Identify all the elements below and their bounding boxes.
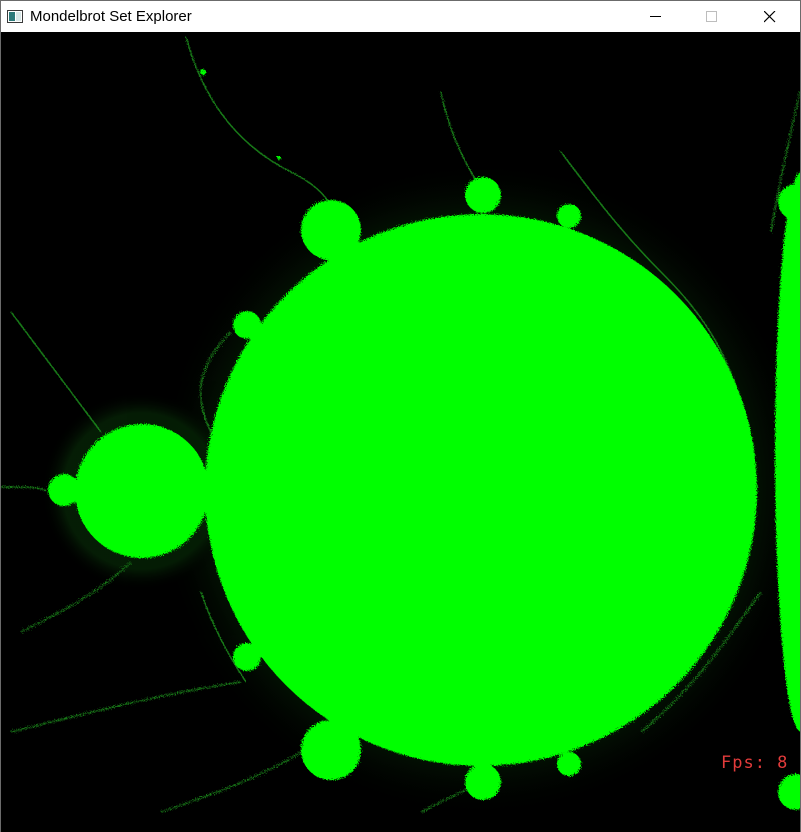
mandelbrot-render xyxy=(1,32,800,832)
app-icon xyxy=(7,10,23,23)
close-icon xyxy=(764,11,776,23)
close-button[interactable] xyxy=(747,1,793,32)
fractal-viewport[interactable]: Fps: 8 xyxy=(1,32,800,832)
minimize-button[interactable] xyxy=(633,1,679,32)
window-title: Mondelbrot Set Explorer xyxy=(30,8,192,25)
title-bar[interactable]: Mondelbrot Set Explorer xyxy=(1,1,800,32)
maximize-button[interactable] xyxy=(689,1,735,32)
maximize-icon xyxy=(706,11,717,22)
fps-counter: Fps: 8 xyxy=(721,753,789,773)
minimize-icon xyxy=(650,16,661,17)
app-window: Mondelbrot Set Explorer Fps: 8 xyxy=(0,0,801,832)
